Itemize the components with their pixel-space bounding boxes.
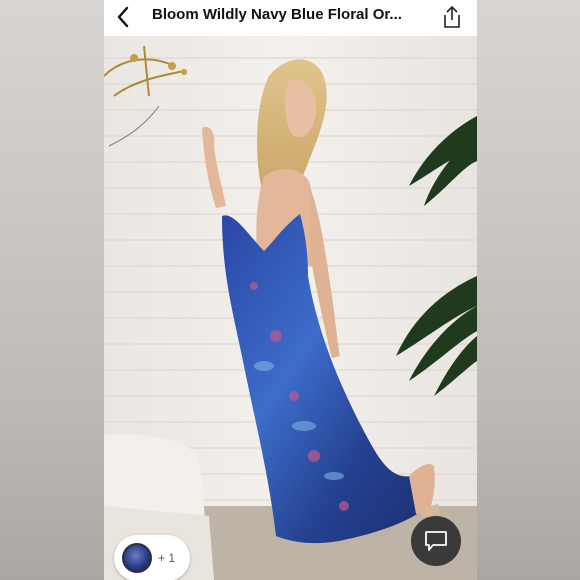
listing-title: Bloom Wildly Navy Blue Floral Or...	[152, 6, 402, 23]
chat-button[interactable]	[411, 516, 461, 566]
photo-gallery-button[interactable]: + 1	[114, 535, 190, 580]
chevron-left-icon	[117, 6, 129, 28]
left-backdrop	[0, 0, 104, 580]
share-icon	[444, 5, 460, 28]
product-photo[interactable]	[104, 36, 477, 580]
listing-screen: Bloom Wildly Navy Blue Floral Or... + 1	[104, 0, 477, 580]
photo-thumbnail[interactable]	[122, 543, 152, 573]
share-button[interactable]	[439, 3, 465, 31]
message-icon	[425, 531, 447, 551]
more-photos-count: + 1	[158, 551, 176, 565]
right-backdrop	[477, 0, 580, 580]
back-button[interactable]	[110, 3, 136, 31]
top-navbar: Bloom Wildly Navy Blue Floral Or...	[104, 0, 477, 36]
